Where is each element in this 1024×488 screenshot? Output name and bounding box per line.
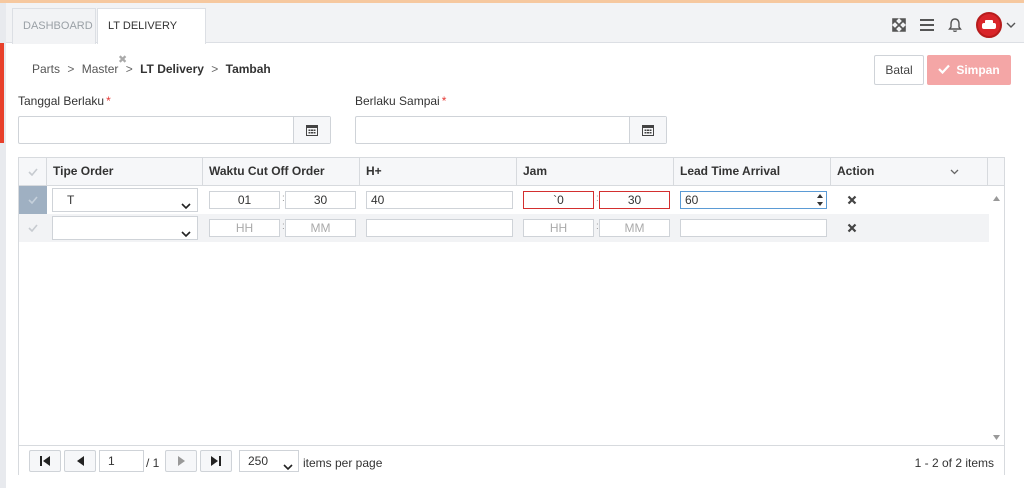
chevron-down-icon: [283, 457, 293, 477]
tab-lt-delivery-label: LT DELIVERY: [108, 20, 177, 32]
row-checkbox[interactable]: [19, 214, 47, 242]
tab-dashboard[interactable]: DASHBOARD: [12, 8, 96, 44]
tanggal-berlaku-label: Tanggal Berlaku *: [18, 94, 111, 108]
items-per-page-label: items per page: [303, 456, 383, 470]
lead-time-input[interactable]: [680, 219, 827, 237]
column-h-plus[interactable]: H+: [360, 158, 517, 186]
cutoff-minute-input[interactable]: MM: [285, 219, 356, 237]
lt-delivery-grid: Tipe Order Waktu Cut Off Order H+ Jam Le…: [18, 157, 1005, 475]
cutoff-hour-input[interactable]: HH: [209, 219, 280, 237]
next-page-icon: [177, 456, 185, 466]
calendar-button[interactable]: [629, 117, 666, 143]
h-plus-input[interactable]: 40: [366, 191, 513, 209]
jam-hour-input[interactable]: HH: [523, 219, 594, 237]
page-count: / 1: [146, 456, 160, 470]
chevron-down-icon[interactable]: [1006, 22, 1016, 28]
lead-time-input[interactable]: 60: [680, 191, 827, 209]
left-accent-bar: [0, 43, 4, 143]
first-page-icon: [40, 456, 50, 466]
breadcrumb-separator: >: [67, 62, 75, 76]
cutoff-hour-input[interactable]: 01: [209, 191, 280, 209]
check-icon: [938, 63, 951, 77]
cutoff-minute-input[interactable]: 30: [285, 191, 356, 209]
next-page-button[interactable]: [165, 450, 197, 472]
column-jam[interactable]: Jam: [517, 158, 674, 186]
delete-row-icon[interactable]: [847, 222, 857, 236]
column-waktu-cut-off-order[interactable]: Waktu Cut Off Order: [203, 158, 360, 186]
jam-minute-input[interactable]: 30: [599, 191, 670, 209]
tab-lt-delivery[interactable]: LT DELIVERY ✖: [97, 8, 206, 66]
breadcrumb: Parts > Master > LT Delivery > Tambah: [32, 62, 271, 76]
breadcrumb-tambah: Tambah: [225, 62, 271, 76]
breadcrumb-separator: >: [125, 62, 133, 76]
simpan-button[interactable]: Simpan: [927, 55, 1011, 85]
breadcrumb-master[interactable]: Master: [82, 62, 119, 76]
last-page-button[interactable]: [200, 450, 232, 472]
menu-icon[interactable]: [920, 19, 934, 31]
jam-hour-input[interactable]: `0: [523, 191, 594, 209]
first-page-button[interactable]: [29, 450, 61, 472]
jam-minute-input[interactable]: MM: [599, 219, 670, 237]
table-row[interactable]: HH : MM HH : MM: [19, 214, 989, 242]
breadcrumb-lt-delivery[interactable]: LT Delivery: [140, 62, 204, 76]
chevron-down-icon: [181, 223, 191, 245]
bell-icon[interactable]: [948, 17, 962, 33]
page-size-select[interactable]: 250: [239, 450, 299, 472]
page-number-input[interactable]: 1: [99, 450, 144, 472]
scroll-down-icon[interactable]: [993, 429, 1000, 443]
batal-button[interactable]: Batal: [874, 55, 924, 85]
items-summary: 1 - 2 of 2 items: [914, 456, 994, 470]
tab-dashboard-label: DASHBOARD: [23, 20, 93, 32]
last-page-icon: [211, 456, 221, 466]
chevron-down-icon[interactable]: [950, 158, 959, 184]
tanggal-berlaku-input[interactable]: [18, 116, 331, 144]
fullscreen-icon[interactable]: [892, 18, 906, 32]
left-side-strip: [0, 3, 6, 488]
column-action[interactable]: Action: [831, 158, 988, 186]
vertical-scrollbar[interactable]: [989, 186, 1004, 447]
check-icon: [27, 168, 38, 176]
column-lead-time-arrival[interactable]: Lead Time Arrival: [674, 158, 831, 186]
calendar-button[interactable]: [293, 117, 330, 143]
grid-header: Tipe Order Waktu Cut Off Order H+ Jam Le…: [19, 158, 1004, 186]
prev-page-icon: [76, 456, 84, 466]
delete-row-icon[interactable]: [847, 194, 857, 208]
spinner-icon: [817, 194, 823, 206]
row-checkbox[interactable]: [19, 186, 47, 214]
check-icon: [28, 224, 38, 232]
column-tipe-order[interactable]: Tipe Order: [47, 158, 203, 186]
berlaku-sampai-label: Berlaku Sampai *: [355, 94, 447, 108]
scroll-up-icon[interactable]: [993, 190, 1000, 204]
avatar[interactable]: [976, 12, 1002, 38]
simpan-label: Simpan: [956, 63, 1000, 77]
check-icon: [28, 196, 38, 204]
calendar-icon: [306, 125, 318, 136]
calendar-icon: [642, 125, 654, 136]
pager: 1 / 1 250 items per page 1 - 2 of 2 item…: [19, 445, 1004, 475]
berlaku-sampai-input[interactable]: [355, 116, 667, 144]
header-icons: [892, 9, 1016, 41]
prev-page-button[interactable]: [64, 450, 96, 472]
h-plus-input[interactable]: [366, 219, 513, 237]
breadcrumb-separator: >: [211, 62, 219, 76]
tipe-order-select[interactable]: T: [52, 188, 198, 212]
breadcrumb-parts[interactable]: Parts: [32, 62, 60, 76]
tab-bar: DASHBOARD LT DELIVERY ✖: [6, 3, 1024, 66]
select-all-checkbox[interactable]: [19, 158, 47, 186]
table-row[interactable]: T 01 : 30 40 `0 : 30 60: [19, 186, 989, 214]
tipe-order-select[interactable]: [52, 216, 198, 240]
